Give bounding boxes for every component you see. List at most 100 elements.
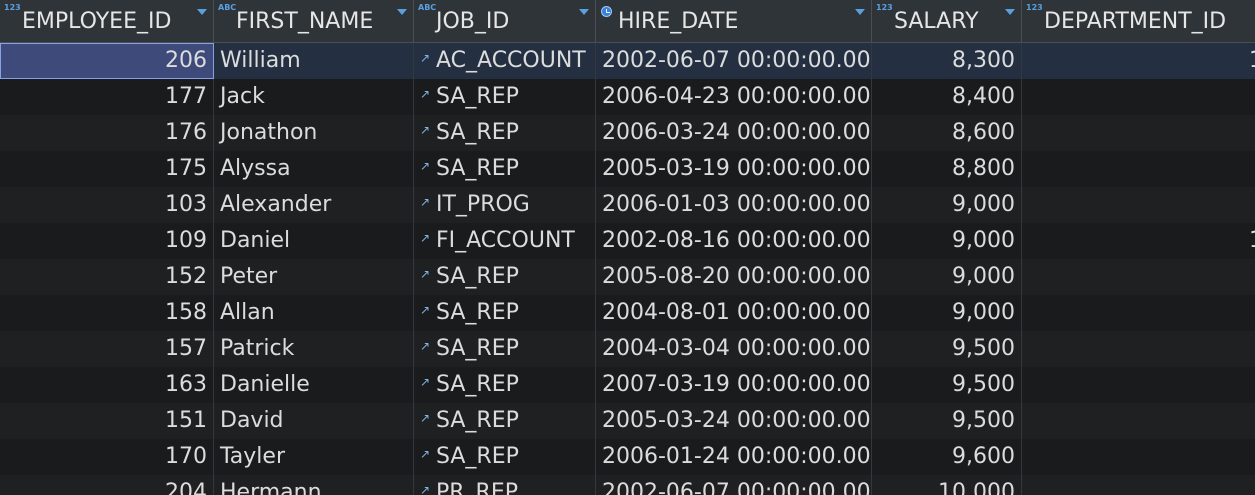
cell-hire-date[interactable]: 2006-01-24 00:00:00.000	[596, 439, 872, 475]
cell-department-id[interactable]: 80	[1022, 151, 1255, 187]
cell-first-name[interactable]: William	[214, 43, 414, 79]
cell-employee-id[interactable]: 163	[0, 367, 214, 403]
cell-salary[interactable]: 9,000	[872, 187, 1022, 223]
cell-job-id[interactable]: ↗ SA_REP	[414, 403, 596, 439]
cell-employee-id[interactable]: 204	[0, 475, 214, 495]
cell-employee-id[interactable]: 152	[0, 259, 214, 295]
column-header-first-name[interactable]: ABC FIRST_NAME	[214, 0, 414, 42]
cell-employee-id[interactable]: 175	[0, 151, 214, 187]
foreign-key-link-icon[interactable]: ↗	[420, 439, 432, 469]
cell-first-name[interactable]: Allan	[214, 295, 414, 331]
cell-hire-date[interactable]: 2002-06-07 00:00:00.000	[596, 475, 872, 495]
table-row[interactable]: 103 Alexander ↗ IT_PROG 2006-01-03 00:00:00.…	[0, 187, 1255, 223]
foreign-key-link-icon[interactable]: ↗	[420, 295, 432, 325]
foreign-key-link-icon[interactable]: ↗	[420, 223, 432, 253]
cell-first-name[interactable]: Tayler	[214, 439, 414, 475]
cell-hire-date[interactable]: 2006-03-24 00:00:00.000	[596, 115, 872, 151]
column-header-job-id[interactable]: ABC JOB_ID	[414, 0, 596, 42]
cell-job-id[interactable]: ↗ SA_REP	[414, 115, 596, 151]
sort-filter-icon[interactable]	[855, 9, 865, 15]
foreign-key-link-icon[interactable]: ↗	[420, 367, 432, 397]
cell-first-name[interactable]: Peter	[214, 259, 414, 295]
cell-job-id[interactable]: ↗ SA_REP	[414, 331, 596, 367]
cell-salary[interactable]: 9,000	[872, 259, 1022, 295]
cell-department-id[interactable]: 70	[1022, 475, 1255, 495]
foreign-key-link-icon[interactable]: ↗	[420, 151, 432, 181]
cell-salary[interactable]: 9,500	[872, 367, 1022, 403]
table-row[interactable]: 163 Danielle ↗ SA_REP 2007-03-19 00:00:00.00…	[0, 367, 1255, 403]
cell-hire-date[interactable]: 2005-03-24 00:00:00.000	[596, 403, 872, 439]
cell-salary[interactable]: 9,600	[872, 439, 1022, 475]
sort-filter-icon[interactable]	[397, 9, 407, 15]
cell-job-id[interactable]: ↗ PR_REP	[414, 475, 596, 495]
foreign-key-link-icon[interactable]: ↗	[420, 403, 432, 433]
cell-department-id[interactable]: 110	[1022, 43, 1255, 79]
column-header-hire-date[interactable]: HIRE_DATE	[596, 0, 872, 42]
cell-job-id[interactable]: ↗ SA_REP	[414, 79, 596, 115]
table-row[interactable]: 177 Jack ↗ SA_REP 2006-04-23 00:00:00.000 8,4…	[0, 79, 1255, 115]
sort-filter-icon[interactable]	[1005, 9, 1015, 15]
cell-salary[interactable]: 10,000	[872, 475, 1022, 495]
cell-job-id[interactable]: ↗ IT_PROG	[414, 187, 596, 223]
table-row[interactable]: 151 David ↗ SA_REP 2005-03-24 00:00:00.000 9,…	[0, 403, 1255, 439]
cell-first-name[interactable]: Daniel	[214, 223, 414, 259]
foreign-key-link-icon[interactable]: ↗	[420, 475, 432, 495]
table-row[interactable]: 152 Peter ↗ SA_REP 2005-08-20 00:00:00.000 9,…	[0, 259, 1255, 295]
cell-employee-id[interactable]: 177	[0, 79, 214, 115]
cell-salary[interactable]: 9,000	[872, 223, 1022, 259]
column-header-salary[interactable]: 123 SALARY	[872, 0, 1022, 42]
table-row[interactable]: 176 Jonathon ↗ SA_REP 2006-03-24 00:00:00.00…	[0, 115, 1255, 151]
cell-first-name[interactable]: Danielle	[214, 367, 414, 403]
cell-job-id[interactable]: ↗ SA_REP	[414, 439, 596, 475]
cell-first-name[interactable]: Alexander	[214, 187, 414, 223]
table-row[interactable]: 157 Patrick ↗ SA_REP 2004-03-04 00:00:00.000…	[0, 331, 1255, 367]
table-row[interactable]: 175 Alyssa ↗ SA_REP 2005-03-19 00:00:00.000 8…	[0, 151, 1255, 187]
cell-salary[interactable]: 9,000	[872, 295, 1022, 331]
cell-department-id[interactable]: 100	[1022, 223, 1255, 259]
foreign-key-link-icon[interactable]: ↗	[420, 259, 432, 289]
cell-department-id[interactable]: 80	[1022, 439, 1255, 475]
cell-job-id[interactable]: ↗ SA_REP	[414, 295, 596, 331]
cell-first-name[interactable]: Jack	[214, 79, 414, 115]
cell-hire-date[interactable]: 2005-08-20 00:00:00.000	[596, 259, 872, 295]
cell-first-name[interactable]: Patrick	[214, 331, 414, 367]
cell-hire-date[interactable]: 2002-08-16 00:00:00.000	[596, 223, 872, 259]
cell-department-id[interactable]: 80	[1022, 295, 1255, 331]
cell-job-id[interactable]: ↗ FI_ACCOUNT	[414, 223, 596, 259]
table-row[interactable]: 204 Hermann ↗ PR_REP 2002-06-07 00:00:00.000…	[0, 475, 1255, 495]
cell-job-id[interactable]: ↗ SA_REP	[414, 151, 596, 187]
cell-hire-date[interactable]: 2002-06-07 00:00:00.000	[596, 43, 872, 79]
cell-hire-date[interactable]: 2007-03-19 00:00:00.000	[596, 367, 872, 403]
cell-hire-date[interactable]: 2006-04-23 00:00:00.000	[596, 79, 872, 115]
cell-hire-date[interactable]: 2006-01-03 00:00:00.000	[596, 187, 872, 223]
foreign-key-link-icon[interactable]: ↗	[420, 43, 432, 73]
cell-hire-date[interactable]: 2005-03-19 00:00:00.000	[596, 151, 872, 187]
column-header-department-id[interactable]: 123 DEPARTMENT_ID	[1022, 0, 1255, 42]
cell-department-id[interactable]: 60	[1022, 187, 1255, 223]
cell-employee-id[interactable]: 158	[0, 295, 214, 331]
sort-filter-icon[interactable]	[579, 9, 589, 15]
cell-department-id[interactable]: 80	[1022, 367, 1255, 403]
cell-salary[interactable]: 8,300	[872, 43, 1022, 79]
cell-hire-date[interactable]: 2004-03-04 00:00:00.000	[596, 331, 872, 367]
cell-job-id[interactable]: ↗ SA_REP	[414, 259, 596, 295]
cell-salary[interactable]: 8,600	[872, 115, 1022, 151]
cell-employee-id[interactable]: 157	[0, 331, 214, 367]
foreign-key-link-icon[interactable]: ↗	[420, 115, 432, 145]
cell-salary[interactable]: 8,800	[872, 151, 1022, 187]
cell-first-name[interactable]: Alyssa	[214, 151, 414, 187]
cell-job-id[interactable]: ↗ SA_REP	[414, 367, 596, 403]
sort-filter-icon[interactable]	[197, 9, 207, 15]
cell-department-id[interactable]: 80	[1022, 79, 1255, 115]
cell-first-name[interactable]: David	[214, 403, 414, 439]
cell-first-name[interactable]: Hermann	[214, 475, 414, 495]
cell-first-name[interactable]: Jonathon	[214, 115, 414, 151]
cell-salary[interactable]: 8,400	[872, 79, 1022, 115]
cell-department-id[interactable]: 80	[1022, 331, 1255, 367]
column-header-employee-id[interactable]: 123 EMPLOYEE_ID	[0, 0, 214, 42]
table-row[interactable]: 109 Daniel ↗ FI_ACCOUNT 2002-08-16 00:00:00.…	[0, 223, 1255, 259]
cell-employee-id[interactable]: 170	[0, 439, 214, 475]
cell-job-id[interactable]: ↗ AC_ACCOUNT	[414, 43, 596, 79]
cell-employee-id[interactable]: 176	[0, 115, 214, 151]
cell-department-id[interactable]: 80	[1022, 259, 1255, 295]
